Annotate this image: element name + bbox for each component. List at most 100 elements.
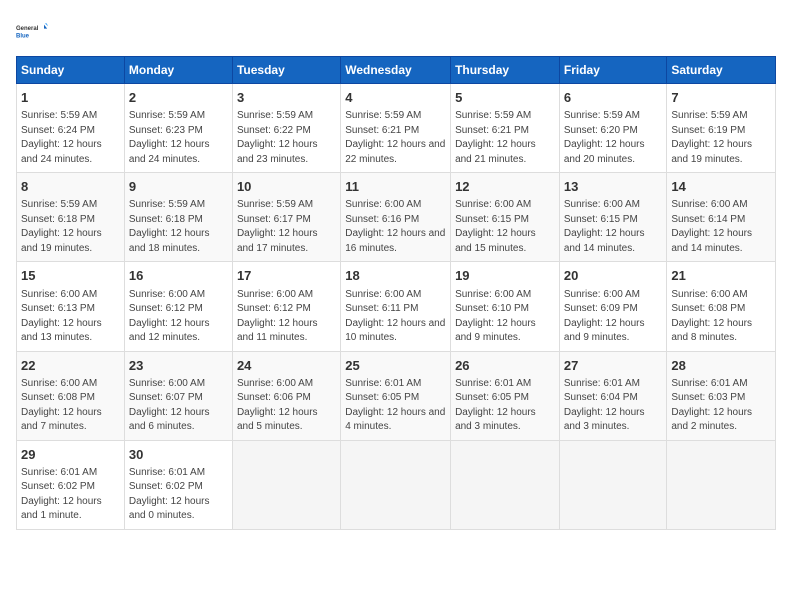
day-info: Sunrise: 5:59 AMSunset: 6:18 PMDaylight:…	[129, 198, 228, 256]
calendar-header: SundayMondayTuesdayWednesdayThursdayFrid…	[17, 57, 776, 84]
weekday-header-friday: Friday	[559, 57, 667, 84]
page-header: General Blue	[16, 16, 776, 48]
day-info: Sunrise: 6:00 AMSunset: 6:08 PMDaylight:…	[671, 288, 771, 346]
day-number: 13	[564, 178, 663, 196]
day-number: 3	[237, 89, 336, 107]
day-number: 14	[671, 178, 771, 196]
weekday-header-row: SundayMondayTuesdayWednesdayThursdayFrid…	[17, 57, 776, 84]
calendar-cell: 24 Sunrise: 6:00 AMSunset: 6:06 PMDayligh…	[232, 351, 340, 440]
calendar-cell: 30 Sunrise: 6:01 AMSunset: 6:02 PMDayligh…	[124, 440, 232, 529]
day-info: Sunrise: 6:01 AMSunset: 6:05 PMDaylight:…	[345, 377, 446, 435]
weekday-header-tuesday: Tuesday	[232, 57, 340, 84]
day-number: 21	[671, 267, 771, 285]
day-info: Sunrise: 5:59 AMSunset: 6:21 PMDaylight:…	[455, 109, 555, 167]
calendar-cell: 23 Sunrise: 6:00 AMSunset: 6:07 PMDayligh…	[124, 351, 232, 440]
day-info: Sunrise: 6:00 AMSunset: 6:10 PMDaylight:…	[455, 288, 555, 346]
day-info: Sunrise: 5:59 AMSunset: 6:21 PMDaylight:…	[345, 109, 446, 167]
day-number: 27	[564, 357, 663, 375]
calendar-cell: 26 Sunrise: 6:01 AMSunset: 6:05 PMDayligh…	[451, 351, 560, 440]
day-number: 22	[21, 357, 120, 375]
calendar-cell: 13 Sunrise: 6:00 AMSunset: 6:15 PMDayligh…	[559, 173, 667, 262]
day-number: 30	[129, 446, 228, 464]
day-number: 12	[455, 178, 555, 196]
calendar-cell: 27 Sunrise: 6:01 AMSunset: 6:04 PMDayligh…	[559, 351, 667, 440]
calendar-cell: 12 Sunrise: 6:00 AMSunset: 6:15 PMDayligh…	[451, 173, 560, 262]
day-number: 24	[237, 357, 336, 375]
day-number: 23	[129, 357, 228, 375]
day-info: Sunrise: 6:00 AMSunset: 6:15 PMDaylight:…	[455, 198, 555, 256]
day-info: Sunrise: 6:01 AMSunset: 6:04 PMDaylight:…	[564, 377, 663, 435]
calendar-cell	[667, 440, 776, 529]
day-number: 10	[237, 178, 336, 196]
calendar-cell: 17 Sunrise: 6:00 AMSunset: 6:12 PMDayligh…	[232, 262, 340, 351]
day-number: 5	[455, 89, 555, 107]
day-number: 17	[237, 267, 336, 285]
calendar-week-4: 22Sunrise: 6:00 AMSunset: 6:08 PMDayligh…	[17, 351, 776, 440]
calendar-cell: 22Sunrise: 6:00 AMSunset: 6:08 PMDayligh…	[17, 351, 125, 440]
calendar-cell: 25Sunrise: 6:01 AMSunset: 6:05 PMDayligh…	[341, 351, 451, 440]
day-number: 8	[21, 178, 120, 196]
day-number: 1	[21, 89, 120, 107]
day-info: Sunrise: 5:59 AMSunset: 6:22 PMDaylight:…	[237, 109, 336, 167]
day-info: Sunrise: 6:00 AMSunset: 6:07 PMDaylight:…	[129, 377, 228, 435]
day-number: 2	[129, 89, 228, 107]
day-info: Sunrise: 6:00 AMSunset: 6:11 PMDaylight:…	[345, 288, 446, 346]
day-info: Sunrise: 6:00 AMSunset: 6:06 PMDaylight:…	[237, 377, 336, 435]
day-number: 18	[345, 267, 446, 285]
day-info: Sunrise: 6:01 AMSunset: 6:02 PMDaylight:…	[129, 466, 228, 524]
day-info: Sunrise: 6:01 AMSunset: 6:03 PMDaylight:…	[671, 377, 771, 435]
calendar-week-5: 29 Sunrise: 6:01 AMSunset: 6:02 PMDayligh…	[17, 440, 776, 529]
calendar-cell: 14Sunrise: 6:00 AMSunset: 6:14 PMDayligh…	[667, 173, 776, 262]
day-number: 16	[129, 267, 228, 285]
calendar-cell: 8 Sunrise: 5:59 AMSunset: 6:18 PMDaylight…	[17, 173, 125, 262]
day-number: 9	[129, 178, 228, 196]
calendar-week-1: 1 Sunrise: 5:59 AMSunset: 6:24 PMDaylight…	[17, 84, 776, 173]
calendar-cell	[232, 440, 340, 529]
calendar-cell: 29 Sunrise: 6:01 AMSunset: 6:02 PMDayligh…	[17, 440, 125, 529]
svg-text:Blue: Blue	[16, 33, 30, 39]
weekday-header-monday: Monday	[124, 57, 232, 84]
calendar-cell	[451, 440, 560, 529]
day-info: Sunrise: 6:00 AMSunset: 6:16 PMDaylight:…	[345, 198, 446, 256]
calendar-cell: 21 Sunrise: 6:00 AMSunset: 6:08 PMDayligh…	[667, 262, 776, 351]
day-number: 11	[345, 178, 446, 196]
logo-icon: General Blue	[16, 16, 48, 48]
day-info: Sunrise: 6:01 AMSunset: 6:05 PMDaylight:…	[455, 377, 555, 435]
calendar-cell: 2 Sunrise: 5:59 AMSunset: 6:23 PMDaylight…	[124, 84, 232, 173]
day-number: 15	[21, 267, 120, 285]
day-info: Sunrise: 6:00 AMSunset: 6:12 PMDaylight:…	[129, 288, 228, 346]
day-info: Sunrise: 5:59 AMSunset: 6:17 PMDaylight:…	[237, 198, 336, 256]
calendar-cell: 10 Sunrise: 5:59 AMSunset: 6:17 PMDayligh…	[232, 173, 340, 262]
day-info: Sunrise: 6:00 AMSunset: 6:12 PMDaylight:…	[237, 288, 336, 346]
day-number: 19	[455, 267, 555, 285]
weekday-header-wednesday: Wednesday	[341, 57, 451, 84]
logo: General Blue	[16, 16, 48, 48]
weekday-header-saturday: Saturday	[667, 57, 776, 84]
calendar-cell: 9 Sunrise: 5:59 AMSunset: 6:18 PMDaylight…	[124, 173, 232, 262]
calendar-cell	[559, 440, 667, 529]
day-number: 20	[564, 267, 663, 285]
day-info: Sunrise: 6:00 AMSunset: 6:15 PMDaylight:…	[564, 198, 663, 256]
day-info: Sunrise: 5:59 AMSunset: 6:20 PMDaylight:…	[564, 109, 663, 167]
day-info: Sunrise: 5:59 AMSunset: 6:23 PMDaylight:…	[129, 109, 228, 167]
day-info: Sunrise: 6:01 AMSunset: 6:02 PMDaylight:…	[21, 466, 120, 524]
day-number: 26	[455, 357, 555, 375]
day-info: Sunrise: 5:59 AMSunset: 6:18 PMDaylight:…	[21, 198, 120, 256]
day-number: 29	[21, 446, 120, 464]
calendar-cell: 11 Sunrise: 6:00 AMSunset: 6:16 PMDayligh…	[341, 173, 451, 262]
day-info: Sunrise: 5:59 AMSunset: 6:19 PMDaylight:…	[671, 109, 771, 167]
calendar-cell: 5 Sunrise: 5:59 AMSunset: 6:21 PMDaylight…	[451, 84, 560, 173]
calendar-cell: 6 Sunrise: 5:59 AMSunset: 6:20 PMDaylight…	[559, 84, 667, 173]
calendar-cell: 19 Sunrise: 6:00 AMSunset: 6:10 PMDayligh…	[451, 262, 560, 351]
day-info: Sunrise: 5:59 AMSunset: 6:24 PMDaylight:…	[21, 109, 120, 167]
calendar-cell: 4 Sunrise: 5:59 AMSunset: 6:21 PMDaylight…	[341, 84, 451, 173]
calendar-cell: 28 Sunrise: 6:01 AMSunset: 6:03 PMDayligh…	[667, 351, 776, 440]
day-info: Sunrise: 6:00 AMSunset: 6:13 PMDaylight:…	[21, 288, 120, 346]
calendar-cell: 18 Sunrise: 6:00 AMSunset: 6:11 PMDayligh…	[341, 262, 451, 351]
calendar-week-3: 15 Sunrise: 6:00 AMSunset: 6:13 PMDayligh…	[17, 262, 776, 351]
day-number: 28	[671, 357, 771, 375]
calendar-week-2: 8 Sunrise: 5:59 AMSunset: 6:18 PMDaylight…	[17, 173, 776, 262]
day-number: 6	[564, 89, 663, 107]
calendar-body: 1 Sunrise: 5:59 AMSunset: 6:24 PMDaylight…	[17, 84, 776, 530]
day-number: 4	[345, 89, 446, 107]
